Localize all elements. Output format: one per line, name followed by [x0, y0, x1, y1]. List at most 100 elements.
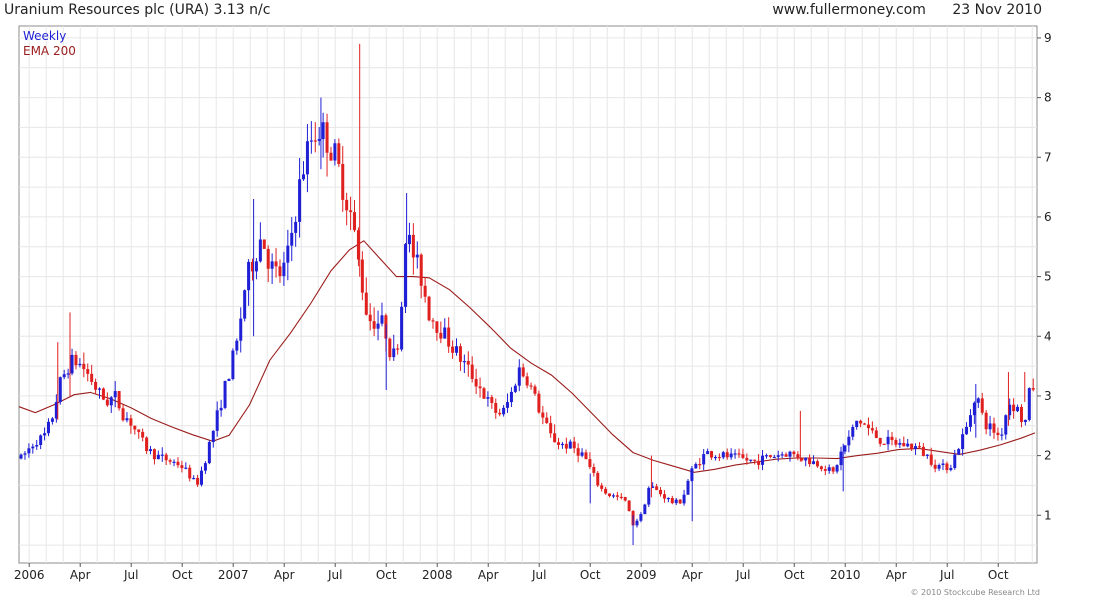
x-tick-label: Apr — [478, 568, 499, 582]
candle-body — [200, 470, 204, 485]
candle-body — [70, 354, 74, 374]
candle-body — [211, 430, 215, 443]
candle-body — [498, 412, 502, 415]
candle-body — [502, 407, 506, 415]
candle-body — [117, 391, 121, 409]
candle-body — [1000, 434, 1004, 436]
candle-body — [98, 388, 102, 390]
candle-body — [996, 432, 1000, 436]
candle-body — [776, 455, 780, 457]
candle-body — [462, 361, 466, 363]
candle-body — [655, 486, 659, 490]
candle-body — [666, 497, 670, 500]
candle-body — [43, 433, 47, 436]
candle-body — [662, 494, 666, 499]
candle-body — [325, 122, 329, 153]
candle-body — [592, 467, 596, 473]
candle-body — [949, 468, 953, 471]
candle-body — [333, 143, 337, 161]
candle-body — [859, 420, 863, 424]
candle-body — [1012, 404, 1016, 412]
candle-body — [184, 467, 188, 469]
candle-body — [968, 415, 972, 427]
x-tick-label: 2009 — [626, 568, 657, 582]
candle-body — [698, 464, 702, 466]
candle-body — [560, 443, 564, 446]
candle-body — [372, 321, 376, 329]
y-tick-label: 7 — [1044, 150, 1052, 164]
x-tick-label: Oct — [580, 568, 601, 582]
candle-body — [27, 448, 31, 454]
copyright: © 2010 Stockcube Research Ltd — [910, 588, 1040, 597]
candle-body — [23, 453, 27, 455]
candle-body — [317, 139, 321, 141]
candle-body — [506, 402, 510, 408]
candle-body — [564, 443, 568, 449]
candle-body — [729, 453, 733, 458]
candle-body — [1031, 388, 1035, 390]
candle-body — [39, 435, 43, 445]
candle-body — [129, 418, 133, 426]
candle-body — [737, 453, 741, 455]
candle-body — [706, 451, 710, 455]
candle-body — [58, 377, 62, 403]
candle-body — [376, 323, 380, 329]
candle-body — [710, 451, 714, 458]
candle-body — [47, 421, 51, 434]
candle-body — [141, 431, 145, 438]
candle-body — [745, 457, 749, 461]
y-tick-label: 5 — [1044, 270, 1052, 284]
candle-body — [172, 461, 176, 463]
legend-weekly: Weekly — [23, 29, 66, 43]
candle-body — [902, 442, 906, 447]
candle-body — [717, 456, 721, 459]
candle-body — [941, 463, 945, 466]
candle-body — [423, 285, 427, 297]
candle-body — [721, 452, 725, 458]
candle-body — [121, 408, 125, 421]
candle-body — [600, 485, 604, 489]
candle-body — [917, 446, 921, 448]
candle-body — [149, 449, 153, 452]
candle-body — [741, 454, 745, 458]
candle-body — [35, 444, 39, 447]
candle-body — [847, 436, 851, 446]
candle-body — [243, 290, 247, 319]
candle-body — [305, 141, 309, 175]
candle-body — [925, 454, 929, 456]
candle-body — [965, 426, 969, 435]
candle-body — [474, 378, 478, 387]
y-tick-label: 4 — [1044, 329, 1052, 343]
candle-body — [427, 296, 431, 321]
candle-body — [670, 497, 674, 504]
candle-body — [702, 454, 706, 465]
candle-body — [545, 417, 549, 424]
candle-body — [788, 451, 792, 457]
candle-body — [1004, 415, 1008, 435]
x-tick-label: 2007 — [218, 568, 249, 582]
candle-body — [929, 454, 933, 465]
candle-body — [513, 385, 517, 392]
candle-body — [615, 495, 619, 497]
y-tick-label: 3 — [1044, 389, 1052, 403]
candle-body — [439, 332, 443, 339]
candle-body — [674, 499, 678, 504]
x-tick-label: Oct — [172, 568, 193, 582]
candle-body — [894, 440, 898, 445]
candle-body — [451, 346, 455, 353]
candle-body — [580, 452, 584, 456]
candle-body — [486, 397, 490, 399]
candle-body — [266, 248, 270, 269]
candle-body — [749, 459, 753, 461]
candle-body — [196, 477, 200, 485]
candle-body — [133, 425, 137, 430]
candle-body — [549, 423, 553, 434]
candle-body — [643, 504, 647, 515]
candle-body — [380, 315, 384, 324]
candle-body — [294, 221, 298, 233]
price-chart: 1 2 3 4 5 6 7 8 9 2006 Apr Jul Oct 2007 Apr Jul Oct 2008… — [14, 25, 1052, 582]
x-tick-label: Apr — [274, 568, 295, 582]
x-tick-label: Jul — [735, 568, 750, 582]
candle-body — [482, 388, 486, 399]
x-tick-label: Jul — [327, 568, 342, 582]
